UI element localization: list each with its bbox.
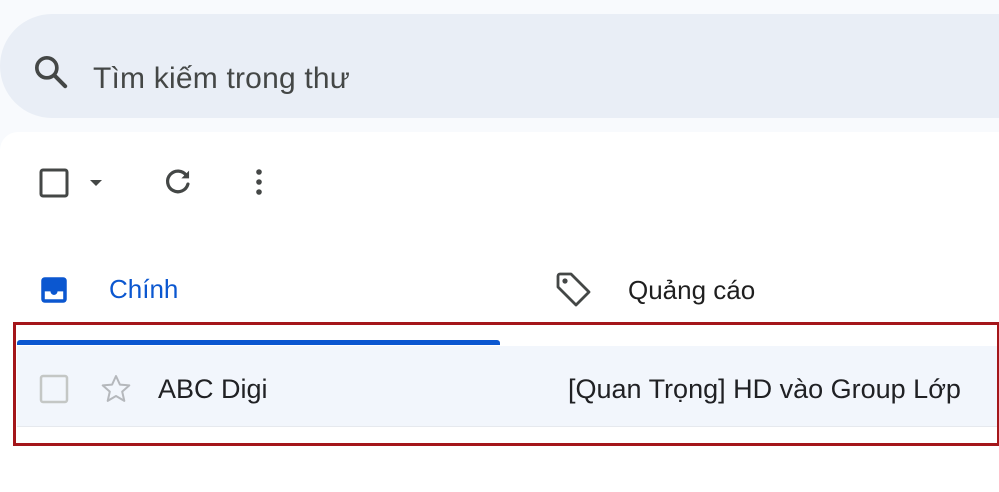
- tab-primary-label: Chính: [109, 274, 179, 304]
- email-subject: [Quan Trọng] HD vào Group Lớp: [568, 374, 961, 404]
- tag-icon: [556, 272, 591, 307]
- search-icon[interactable]: [31, 52, 71, 92]
- row-checkbox-icon[interactable]: [37, 372, 71, 406]
- refresh-icon[interactable]: [161, 165, 195, 199]
- search-input[interactable]: Tìm kiếm trong thư: [93, 62, 350, 96]
- email-sender: ABC Digi: [158, 374, 268, 404]
- mail-panel: [0, 132, 999, 492]
- active-tab-indicator: [17, 340, 500, 345]
- inbox-icon: [41, 277, 67, 303]
- caret-down-icon[interactable]: [86, 173, 106, 193]
- select-all-checkbox-icon[interactable]: [38, 167, 70, 199]
- tab-promotions-label: Quảng cáo: [628, 275, 756, 305]
- more-vert-icon[interactable]: [246, 165, 272, 199]
- star-icon[interactable]: [99, 372, 133, 406]
